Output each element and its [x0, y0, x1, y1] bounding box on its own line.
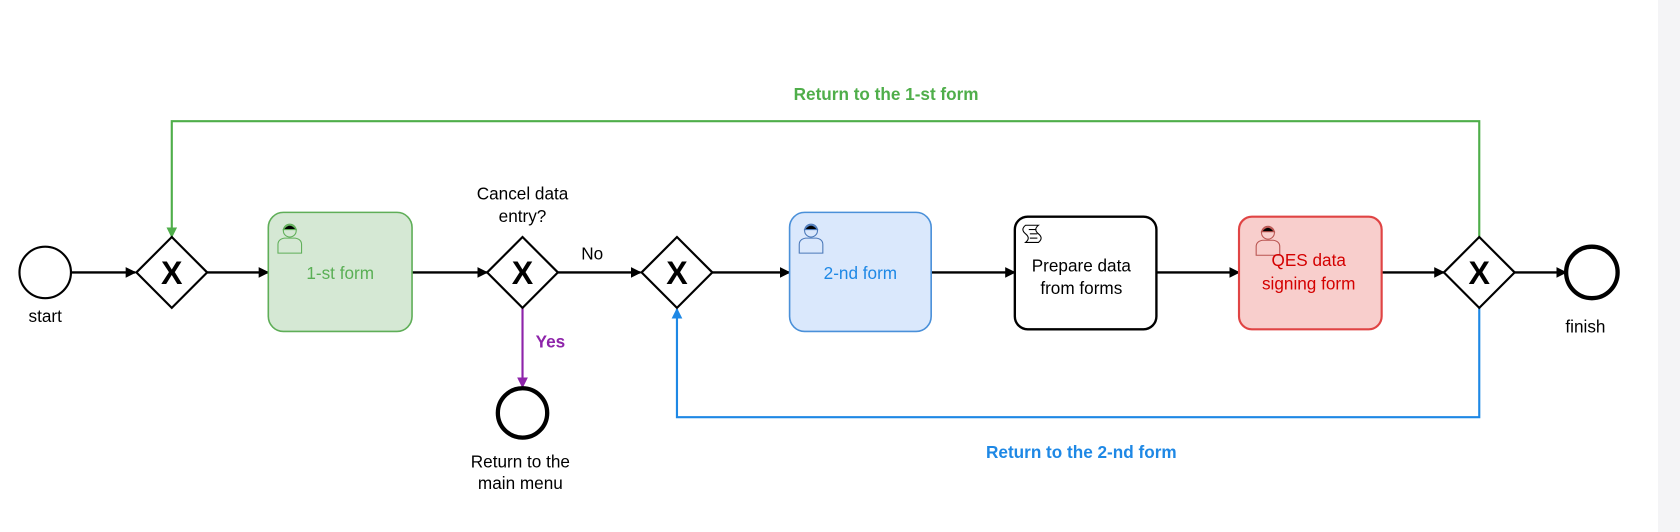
main-menu-label-line2: main menu: [478, 473, 563, 493]
main-menu-end-event[interactable]: [495, 386, 550, 440]
gateway-question-line2: entry?: [499, 206, 547, 226]
task-qes-label-line1: QES data: [1272, 250, 1347, 270]
task-form2[interactable]: 2-nd form: [788, 211, 932, 333]
gateway-merge-2[interactable]: X: [640, 235, 714, 310]
flow-label-no: No: [581, 244, 603, 264]
gateway-split[interactable]: X: [1442, 235, 1517, 310]
gateway-merge-1[interactable]: X: [134, 235, 209, 310]
gateway-x-icon: X: [512, 255, 534, 291]
gateway-x-icon: X: [1469, 255, 1491, 291]
task-prepare-label-line2: from forms: [1040, 278, 1122, 298]
task-qes-label-line2: signing form: [1262, 274, 1355, 294]
start-event[interactable]: [18, 245, 73, 300]
task-prepare-data[interactable]: Prepare data from forms: [1013, 215, 1158, 331]
gateway-cancel-data-entry[interactable]: X: [485, 235, 560, 310]
finish-end-event[interactable]: [1563, 244, 1620, 301]
flow-label-return-first: Return to the 1-st form: [794, 84, 979, 104]
task-prepare-label-line1: Prepare data: [1032, 255, 1132, 275]
task-form1-label: 1-st form: [306, 263, 374, 283]
flow-label-yes: Yes: [536, 332, 566, 352]
bpmn-diagram: start Return to the main menu finish X X…: [18, 84, 1620, 493]
start-label: start: [29, 306, 63, 326]
vertical-scrollbar[interactable]: [1658, 0, 1680, 532]
main-menu-label-line1: Return to the: [471, 452, 570, 472]
flow-label-return-second: Return to the 2-nd form: [986, 442, 1177, 462]
task-qes-signing[interactable]: QES data signing form: [1237, 215, 1383, 331]
finish-label: finish: [1565, 317, 1605, 337]
gateway-question-line1: Cancel data: [477, 184, 569, 204]
gateway-x-icon: X: [666, 255, 688, 291]
task-form2-label: 2-nd form: [824, 263, 897, 283]
gateway-x-icon: X: [161, 255, 183, 291]
task-form1[interactable]: 1-st form: [267, 211, 413, 333]
